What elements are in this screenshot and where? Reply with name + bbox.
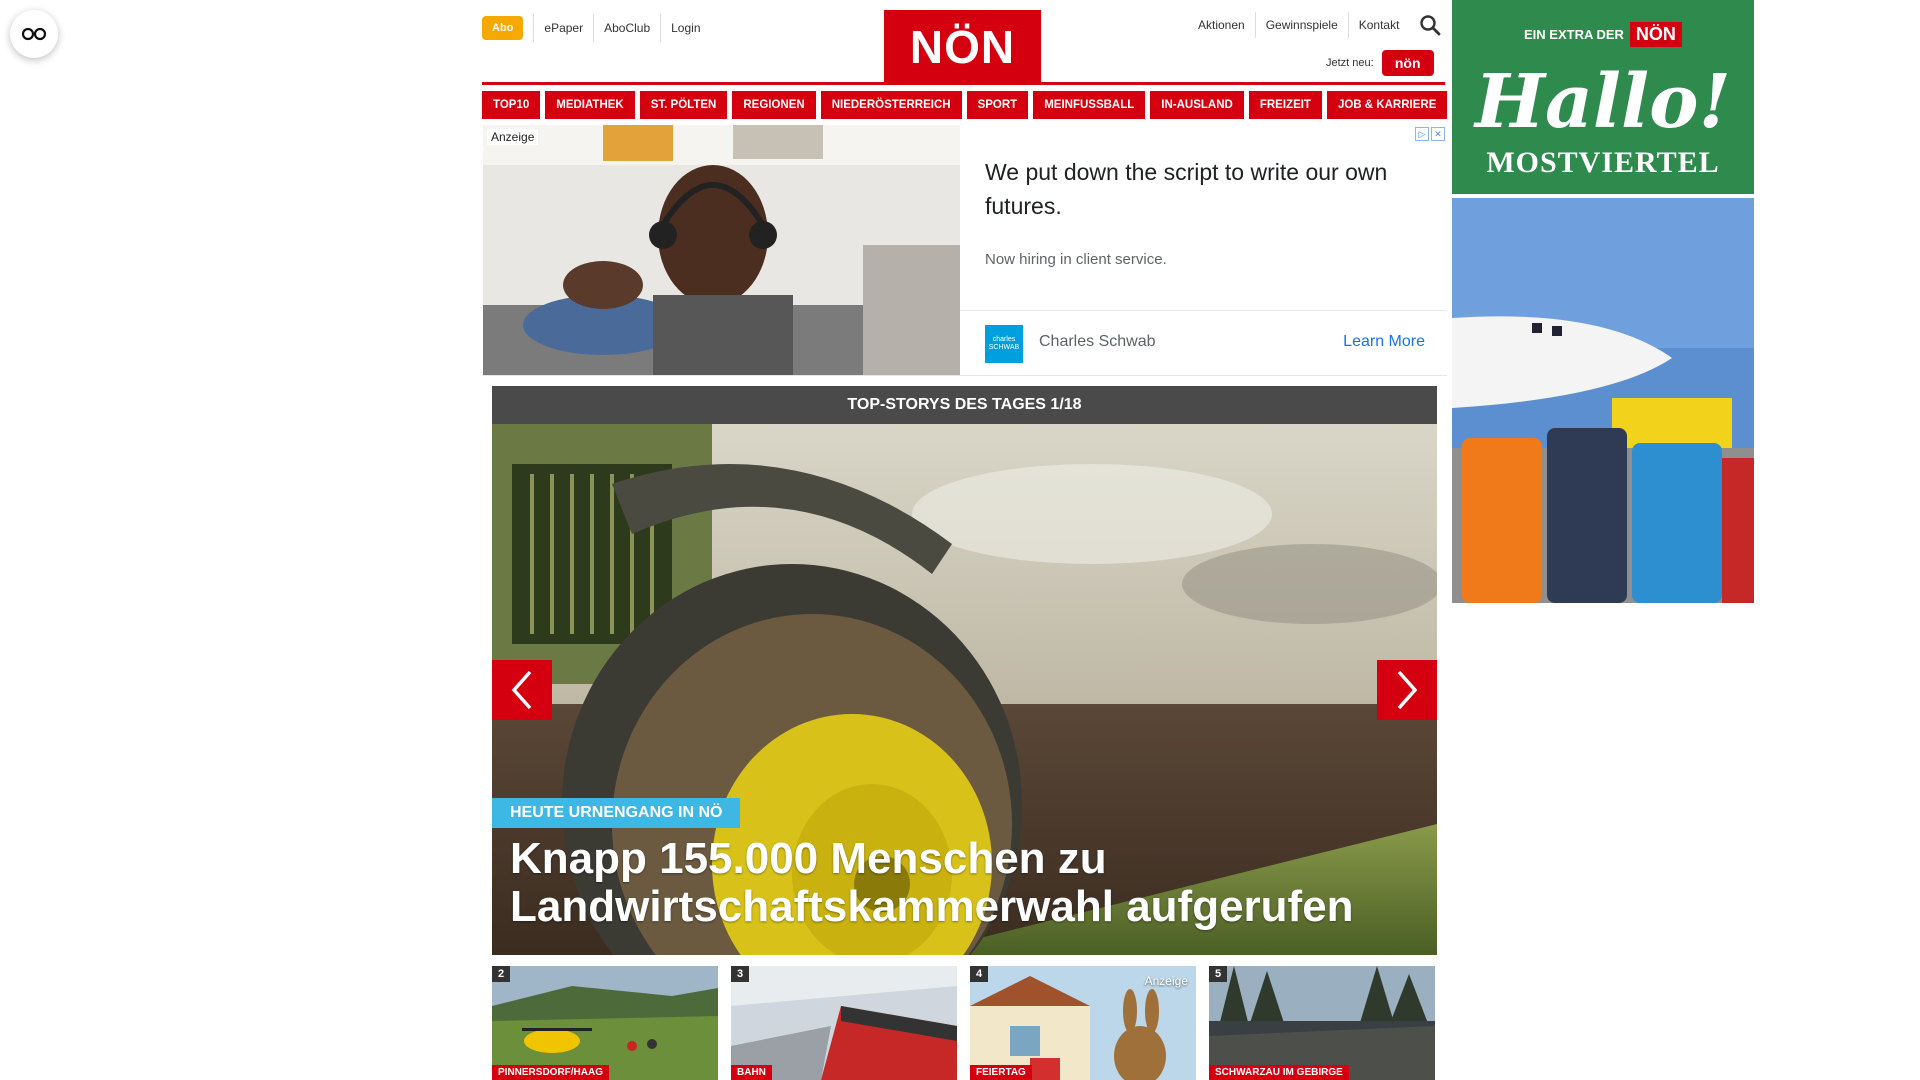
site-logo[interactable]: NÖN — [884, 10, 1041, 83]
sidebar-hallo: Hallo! — [1475, 59, 1731, 145]
accessibility-toggle-button[interactable] — [10, 10, 58, 58]
login-link[interactable]: Login — [660, 14, 710, 42]
jetzt-neu: Jetzt neu: nön — [1326, 50, 1434, 76]
glasses-icon — [21, 27, 47, 41]
nav-item-mediathek[interactable]: MEDIATHEK — [545, 91, 635, 119]
nav-item-regionen[interactable]: REGIONEN — [732, 91, 816, 119]
thumb-number: 4 — [970, 966, 989, 982]
utility-links: Aktionen Gewinnspiele Kontakt — [1188, 12, 1441, 38]
story-thumb[interactable]: 4 Anzeige FEIERTAG — [970, 966, 1196, 1080]
nav-item-niederoesterreich[interactable]: NIEDERÖSTERREICH — [820, 91, 962, 119]
ad-headline[interactable]: We put down the script to write our own … — [985, 155, 1425, 223]
aktionen-link[interactable]: Aktionen — [1188, 12, 1255, 38]
main-nav: TOP10 MEDIATHEK ST. PÖLTEN REGIONEN NIED… — [482, 91, 1448, 119]
ad-learn-more-link[interactable]: Learn More — [1343, 333, 1425, 351]
header-divider — [482, 82, 1445, 85]
jetzt-label: Jetzt neu: — [1326, 57, 1374, 69]
epaper-link[interactable]: ePaper — [533, 14, 593, 42]
thumb-category[interactable]: FEIERTAG — [970, 1065, 1032, 1080]
ad-tag: Anzeige — [487, 129, 539, 145]
top-links: Abo ePaper AboClub Login — [482, 14, 711, 42]
sidebar-region: MOSTVIERTEL — [1486, 146, 1720, 179]
thumb-category[interactable]: BAHN — [731, 1065, 772, 1080]
ad-choices[interactable]: ▷ ✕ — [1415, 127, 1445, 141]
story-thumb[interactable]: 2 PINNERSDORF/HAAG — [492, 966, 718, 1080]
story-thumb[interactable]: 5 SCHWARZAU IM GEBIRGE — [1209, 966, 1435, 1080]
nav-item-st-poelten[interactable]: ST. PÖLTEN — [639, 91, 728, 119]
nav-item-in-ausland[interactable]: IN-AUSLAND — [1150, 91, 1244, 119]
ad-brand-logo[interactable]: charles SCHWAB — [985, 325, 1023, 363]
kontakt-link[interactable]: Kontakt — [1347, 12, 1410, 38]
sidebar-extra-label: EIN EXTRA DER — [1524, 27, 1624, 42]
nav-item-top10[interactable]: TOP10 — [482, 91, 541, 119]
sidebar-promo[interactable]: EIN EXTRA DER NÖN Hallo! MOSTVIERTEL — [1452, 0, 1754, 194]
chevron-left-icon — [511, 670, 532, 710]
aboclub-link[interactable]: AboClub — [593, 14, 660, 42]
chevron-right-icon — [1397, 670, 1418, 710]
gewinnspiele-link[interactable]: Gewinnspiele — [1254, 12, 1348, 38]
prev-slide-button[interactable] — [492, 660, 552, 720]
nav-item-sport[interactable]: SPORT — [966, 91, 1029, 119]
thumb-category[interactable]: PINNERSDORF/HAAG — [492, 1065, 610, 1080]
sidebar-ad-image[interactable] — [1452, 198, 1754, 603]
sidebar-extra: EIN EXTRA DER NÖN — [1524, 22, 1682, 47]
ad-subline: Now hiring in client service. — [985, 251, 1167, 268]
jetzt-badge[interactable]: nön — [1381, 50, 1434, 76]
abo-button[interactable]: Abo — [482, 16, 524, 40]
story-headline[interactable]: Knapp 155.000 Menschen zu Landwirtschaft… — [510, 835, 1410, 931]
ad-image[interactable]: Anzeige — [483, 125, 960, 375]
nav-item-meinfussball[interactable]: MEINFUSSBALL — [1033, 91, 1146, 119]
search-icon[interactable] — [1419, 14, 1441, 36]
thumb-ad-label: Anzeige — [1144, 974, 1188, 988]
ad-divider — [960, 310, 1447, 311]
story-kicker[interactable]: HEUTE URNENGANG IN NÖ — [492, 798, 741, 828]
display-ad[interactable]: Anzeige ▷ ✕ We put down the script to wr… — [483, 125, 1447, 376]
thumb-number: 5 — [1209, 966, 1228, 982]
top-stories-title: TOP-STORYS DES TAGES 1/18 — [492, 386, 1437, 424]
thumb-number: 3 — [731, 966, 750, 982]
nav-item-job-karriere[interactable]: JOB & KARRIERE — [1326, 91, 1448, 119]
next-slide-button[interactable] — [1377, 660, 1437, 720]
thumb-number: 2 — [492, 966, 511, 982]
adchoices-icon[interactable]: ▷ — [1415, 127, 1429, 141]
ad-brand-name[interactable]: Charles Schwab — [1039, 333, 1156, 351]
close-icon[interactable]: ✕ — [1431, 127, 1445, 141]
story-thumb[interactable]: 3 BAHN — [731, 966, 957, 1080]
thumb-category[interactable]: SCHWARZAU IM GEBIRGE — [1209, 1065, 1349, 1080]
sidebar-extra-brand: NÖN — [1629, 22, 1682, 47]
nav-item-freizeit[interactable]: FREIZEIT — [1248, 91, 1322, 119]
